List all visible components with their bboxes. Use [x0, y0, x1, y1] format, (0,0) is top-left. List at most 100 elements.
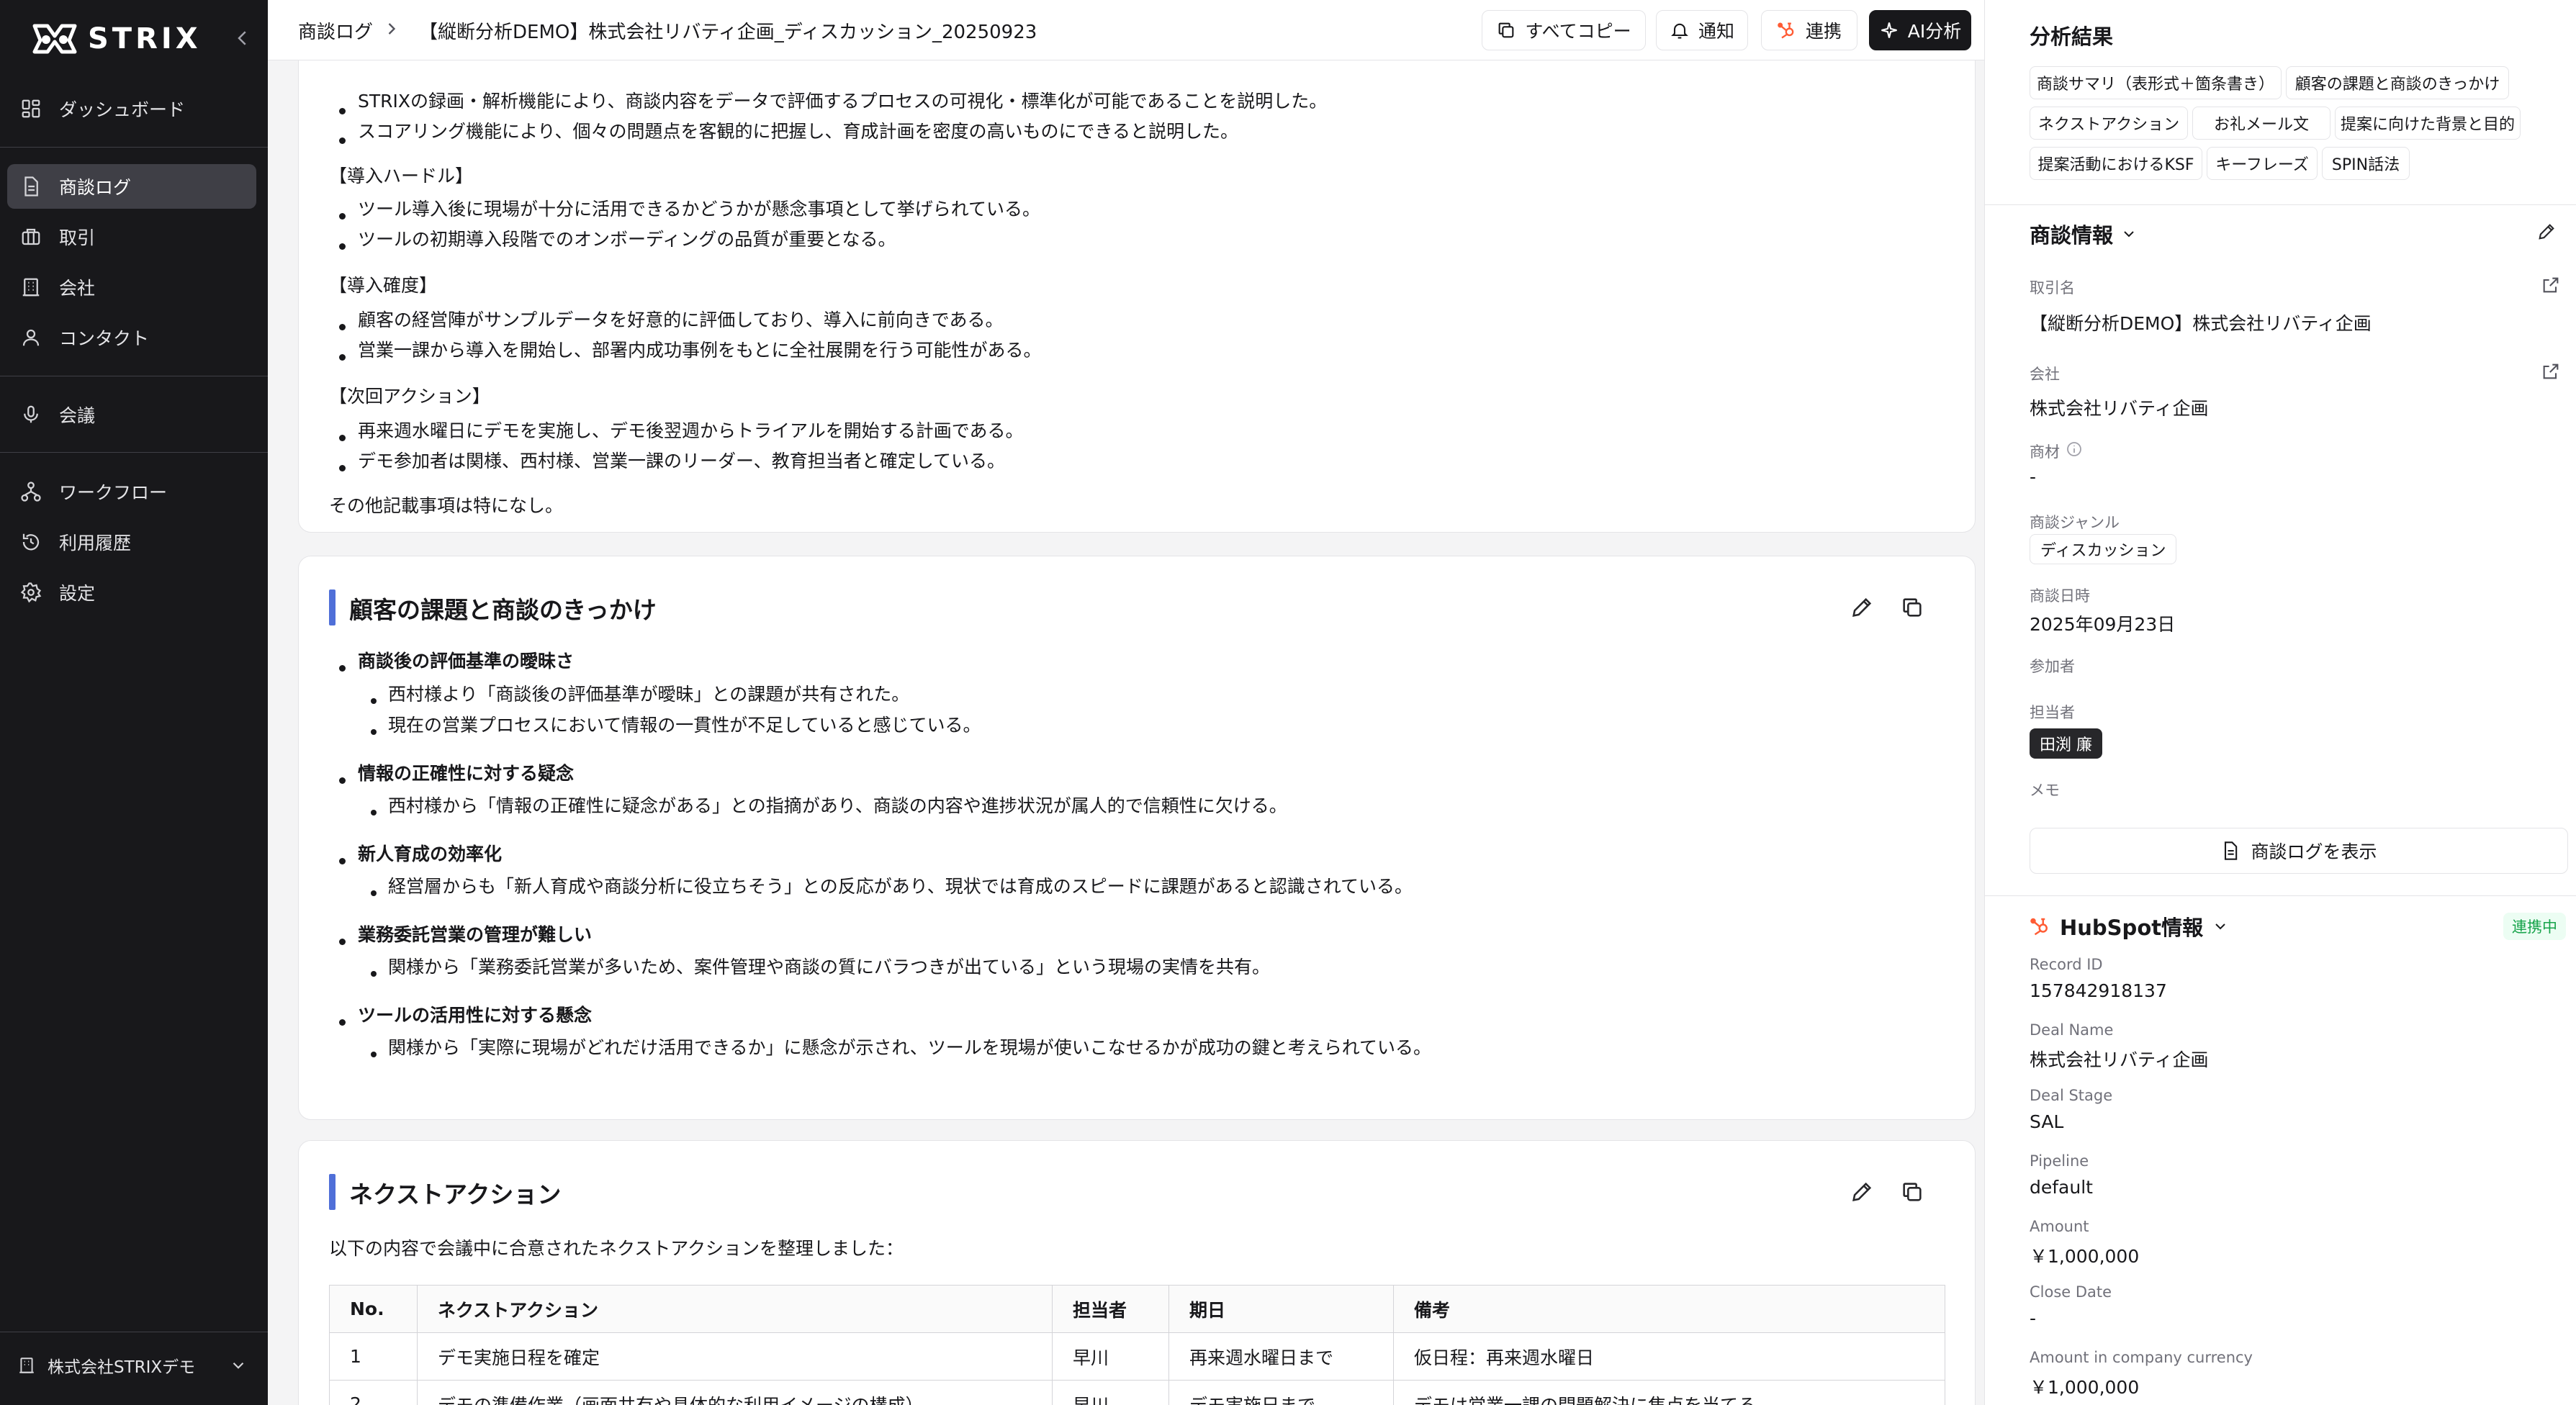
- bullet: [339, 137, 346, 144]
- hubspot-field-value: SAL: [2030, 1111, 2064, 1132]
- table-cell: 早川: [1052, 1332, 1169, 1381]
- document-icon: [2225, 841, 2238, 860]
- issue-heading: 商談後の評価基準の曖昧さ: [358, 651, 575, 672]
- hubspot-field-value: ￥1,000,000: [2030, 1246, 2140, 1267]
- summary-text: 顧客の経営陣がサンプルデータを好意的に評価しており、導入に前向きである。: [358, 310, 1004, 330]
- analysis-chip[interactable]: 顧客の課題と商談のきっかけ: [2286, 66, 2509, 99]
- deal-info-toggle[interactable]: 商談情報: [2030, 219, 2138, 249]
- copy-icon[interactable]: [1900, 1180, 1924, 1204]
- hubspot-field-label: Pipeline: [2030, 1152, 2089, 1170]
- hubspot-field-label: Amount: [2030, 1218, 2089, 1235]
- next-actions-card: ネクストアクション 以下の内容で会議中に合意されたネクストアクションを整理しまし…: [298, 1140, 1976, 1405]
- hubspot-field-label: Close Date: [2030, 1283, 2112, 1301]
- sidebar-item-workflow[interactable]: ワークフロー: [7, 469, 256, 514]
- analysis-chip[interactable]: キーフレーズ: [2207, 147, 2318, 180]
- summary-card: STRIXの録画・解析機能により、商談内容をデータで評価するプロセスの可視化・標…: [298, 60, 1976, 533]
- panel-divider: [1985, 204, 2576, 205]
- sidebar-item-label: 取引: [59, 227, 96, 248]
- sidebar-item-dashboard[interactable]: ダッシュボード: [7, 86, 256, 131]
- copy-icon[interactable]: [1900, 595, 1924, 620]
- analysis-chip[interactable]: 提案に向けた背景と目的: [2335, 107, 2521, 140]
- issue-heading: 業務委託営業の管理が難しい: [358, 924, 593, 945]
- external-link-icon[interactable]: [2541, 361, 2561, 381]
- column-header: ネクストアクション: [417, 1285, 1053, 1333]
- notify-button[interactable]: 通知: [1656, 10, 1748, 50]
- sidebar-item-contacts[interactable]: コンタクト: [7, 315, 256, 360]
- deal-name-value: 【縦断分析DEMO】株式会社リバティ企画: [2030, 313, 2372, 334]
- sidebar-item-label: 設定: [59, 583, 96, 604]
- analysis-chip[interactable]: 提案活動におけるKSF: [2030, 147, 2202, 180]
- hubspot-toggle[interactable]: HubSpot情報: [2030, 911, 2229, 941]
- analysis-chip[interactable]: お礼メール文: [2192, 107, 2330, 140]
- table-cell: デモの準備作業（画面共有や具体的な利用イメージの構成）: [417, 1380, 1053, 1405]
- view-deal-log-label: 商談ログを表示: [2251, 841, 2377, 862]
- workflow-icon: [21, 482, 41, 502]
- sidebar-item-deal-logs[interactable]: 商談ログ: [7, 164, 256, 209]
- hubspot-field-value: ￥1,000,000: [2030, 1377, 2140, 1398]
- summary-text: 再来週水曜日にデモを実施し、デモ後翌週からトライアルを開始する計画である。: [358, 420, 1024, 441]
- sidebar-item-settings[interactable]: 設定: [7, 570, 256, 615]
- table-cell: 仮日程：再来週水曜日: [1393, 1332, 1945, 1381]
- panel-divider: [1985, 895, 2576, 896]
- integration-button[interactable]: 連携: [1761, 10, 1857, 50]
- bullet: [371, 971, 377, 977]
- column-header: 担当者: [1052, 1285, 1169, 1333]
- bullet: [339, 465, 346, 471]
- issues-card: 顧客の課題と商談のきっかけ 商談後の評価基準の曖昧さ 西村様より「商談後の評価基…: [298, 556, 1976, 1120]
- sidebar-item-label: 商談ログ: [59, 177, 132, 198]
- issue-heading: ツールの活用性に対する懸念: [358, 1005, 593, 1026]
- collapse-sidebar-icon[interactable]: [232, 27, 253, 49]
- analysis-results-title: 分析結果: [2030, 24, 2114, 49]
- summary-heading: 【導入確度】: [329, 275, 438, 296]
- edit-icon[interactable]: [2536, 222, 2557, 242]
- deal-name-label: 取引名: [2030, 279, 2075, 297]
- issue-point: 経営層からも「新人育成や商談分析に役立ちそう」との反応があり、現状では育成のスピ…: [388, 876, 1413, 897]
- hubspot-field-label: Record ID: [2030, 956, 2103, 973]
- next-actions-intro: 以下の内容で会議中に合意されたネクストアクションを整理しました：: [329, 1238, 904, 1259]
- analysis-chip[interactable]: SPIN話法: [2322, 147, 2410, 180]
- copy-icon: [1498, 22, 1514, 38]
- column-header: 備考: [1393, 1285, 1945, 1333]
- ai-analysis-label: AI分析: [1907, 21, 1962, 42]
- ai-analysis-button[interactable]: AI分析: [1869, 10, 1971, 50]
- hubspot-field-label: Deal Stage: [2030, 1087, 2113, 1104]
- top-header: 商談ログ 【縦断分析DEMO】株式会社リバティ企画_ディスカッション_20250…: [268, 0, 1984, 60]
- analysis-chip[interactable]: ネクストアクション: [2030, 107, 2188, 140]
- table-header-row: No. ネクストアクション 担当者 期日 備考: [329, 1285, 1945, 1333]
- analysis-chip[interactable]: 商談サマリ（表形式＋箇条書き）: [2030, 66, 2282, 99]
- app-logo[interactable]: STRIX: [32, 19, 202, 59]
- issue-point: 関様から「実際に現場がどれだけ活用できるか」に懸念が示され、ツールを現場が使いこ…: [388, 1037, 1432, 1058]
- genre-badge: ディスカッション: [2030, 534, 2177, 564]
- chevron-down-icon: [2124, 231, 2134, 238]
- bullet: [339, 435, 346, 441]
- section-title: ネクストアクション: [349, 1180, 562, 1209]
- product-value: -: [2030, 466, 2037, 487]
- sidebar-item-usage-history[interactable]: 利用履歴: [7, 520, 256, 564]
- info-icon[interactable]: [2066, 441, 2083, 458]
- bullet: [339, 324, 346, 330]
- summary-heading: 【次回アクション】: [329, 386, 490, 407]
- sidebar-item-label: コンタクト: [59, 328, 150, 349]
- bullet: [339, 777, 346, 784]
- company-label: 会社: [2030, 366, 2060, 383]
- bullet: [371, 810, 377, 816]
- table-cell: 再来週水曜日まで: [1168, 1332, 1394, 1381]
- edit-icon[interactable]: [1850, 1180, 1874, 1204]
- view-deal-log-button[interactable]: 商談ログを表示: [2030, 828, 2568, 874]
- edit-icon[interactable]: [1850, 595, 1874, 620]
- sidebar-item-companies[interactable]: 会社: [7, 265, 256, 310]
- hubspot-field-value: 157842918137: [2030, 980, 2167, 1001]
- external-link-icon[interactable]: [2541, 275, 2561, 295]
- copy-all-button[interactable]: すべてコピー: [1482, 10, 1646, 50]
- memo-label: メモ: [2030, 782, 2060, 799]
- bullet: [371, 890, 377, 896]
- building-icon: [19, 1357, 34, 1373]
- bullet: [339, 243, 346, 250]
- hubspot-icon: [2030, 918, 2048, 936]
- hubspot-field-value: 株式会社リバティ企画: [2030, 1049, 2209, 1070]
- summary-text: 営業一課から導入を開始し、部署内成功事例をもとに全社展開を行う可能性がある。: [358, 340, 1042, 361]
- organization-switcher[interactable]: 株式会社STRIXデモ: [17, 1350, 248, 1381]
- breadcrumb-root[interactable]: 商談ログ: [298, 17, 373, 44]
- sidebar-item-meetings[interactable]: 会議: [7, 392, 256, 437]
- sidebar-item-deals[interactable]: 取引: [7, 214, 256, 259]
